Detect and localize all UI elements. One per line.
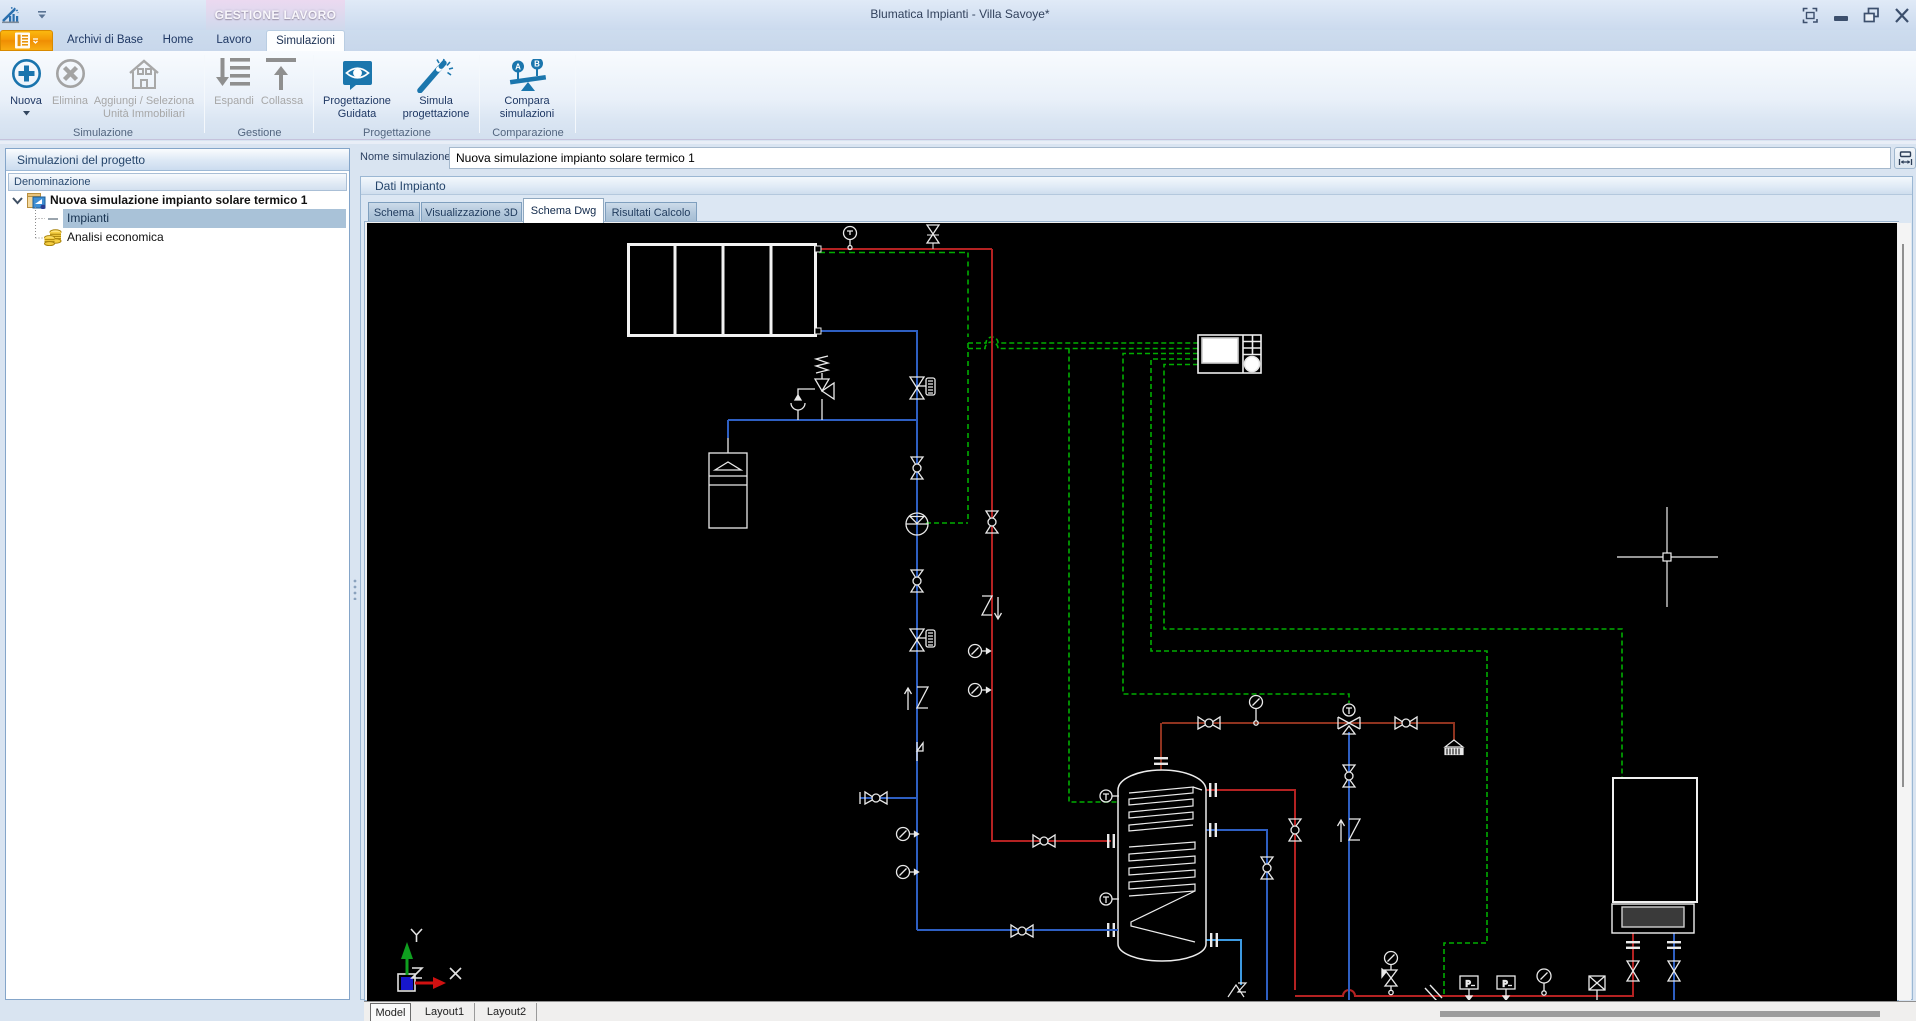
svg-text:A: A xyxy=(515,62,521,71)
svg-text:B: B xyxy=(534,59,540,68)
